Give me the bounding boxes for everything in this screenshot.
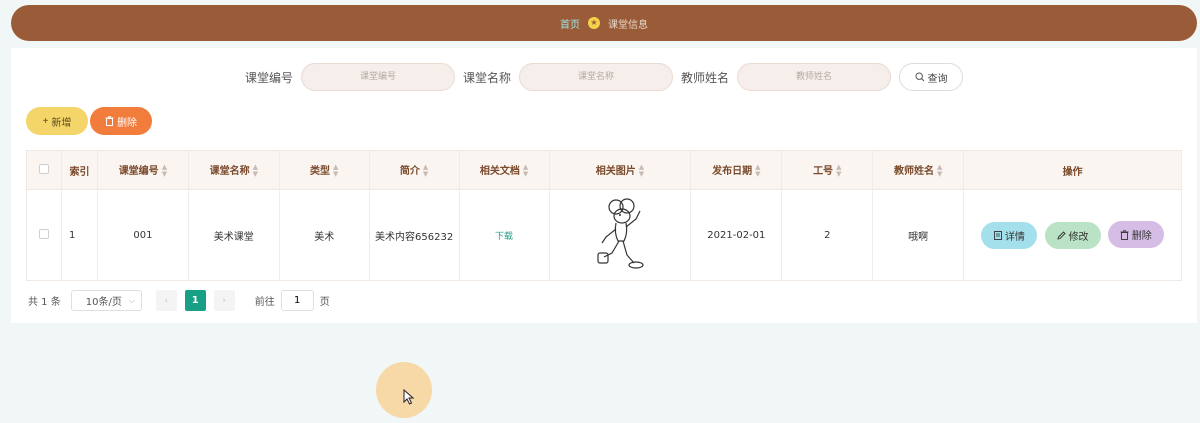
column-label: 简介 (399, 166, 420, 177)
detail-button-label: 详情 (1004, 231, 1025, 243)
page-size-select[interactable]: 10条/页 ⌵ (70, 290, 142, 311)
cell-code: 001 (97, 189, 189, 281)
chevron-down-icon: ⌵ (128, 295, 135, 305)
cell-date: 2021-02-01 (690, 189, 783, 281)
column-label: 索引 (69, 166, 90, 178)
breadcrumb-home[interactable]: 首页 (560, 16, 580, 31)
prev-page-button[interactable]: ‹ (155, 290, 177, 311)
goto-prefix: 前往 (254, 297, 275, 308)
search-input-code[interactable] (300, 63, 455, 91)
column-label: 相关文档 (479, 166, 520, 177)
pencil-icon (1056, 231, 1066, 240)
table-header-row: 索引 课堂编号 ▲ ▼ 课堂名称 ▲ ▼ 类型 ▲ ▼ 简介 ▲ ▼ 相关文档 ▲ ▼ 相关图片 ▲ ▼… (26, 150, 1182, 190)
column-header-actions: 操作 (963, 150, 1182, 190)
cell-actions: 详情 修改 删除 (963, 189, 1182, 281)
column-header-doc[interactable]: 相关文档 ▲ ▼ (459, 150, 550, 190)
query-button-label: 查询 (927, 73, 948, 85)
main-content: 课堂编号 课堂名称 教师姓名 查询 + 新增 删除 索引 课堂编号▲▼ 课堂名称… (11, 48, 1197, 323)
batch-delete-button[interactable]: 删除 (90, 107, 152, 135)
sort-icon[interactable]: ▲ ▼ (937, 164, 942, 178)
sort-icon[interactable]: ▲ ▼ (639, 164, 644, 178)
sort-icon[interactable]: ▲ ▼ (755, 164, 760, 178)
cell-doc: 下载 (459, 189, 550, 281)
header-checkbox-cell (26, 150, 62, 190)
pagination: 共 1 条 10条/页 ⌵ ‹ 1 › 前往 页 (28, 290, 330, 311)
column-label: 工号 (813, 166, 834, 177)
mouse-cursor-icon (403, 389, 415, 405)
cell-type: 美术 (279, 189, 370, 281)
query-button[interactable]: 查询 (899, 63, 964, 91)
data-table: 索引 课堂编号 ▲ ▼ 课堂名称 ▲ ▼ 类型 ▲ ▼ 简介 ▲ ▼ 相关文档 ▲ ▼ 相关图片 ▲ ▼… (26, 150, 1182, 281)
column-header-staff-no[interactable]: 工号 ▲ ▼ (781, 150, 874, 190)
search-label-teacher: 教师姓名 (681, 70, 730, 85)
star-icon: ★ (588, 17, 600, 29)
column-header-name[interactable]: 课堂名称 ▲ ▼ (188, 150, 280, 190)
table-row: 1 001 美术课堂 美术 美术内容656232 下载 2021-02-01 2… (26, 189, 1182, 281)
column-label: 操作 (1062, 166, 1083, 178)
column-header-index: 索引 (61, 150, 98, 190)
pagination-total: 共 1 条 (28, 297, 61, 308)
cell-teacher: 哦啊 (872, 189, 965, 281)
search-label-code: 课堂编号 (244, 70, 293, 85)
breadcrumb-current: 课堂信息 (608, 19, 648, 31)
column-label: 教师姓名 (893, 166, 934, 177)
search-input-name[interactable] (519, 63, 673, 91)
trash-icon (1120, 230, 1129, 240)
next-page-button[interactable]: › (213, 290, 235, 311)
delete-button-label: 删除 (1131, 231, 1152, 243)
edit-button[interactable]: 修改 (1044, 221, 1101, 249)
goto-suffix: 页 (319, 297, 330, 308)
plus-icon: + (42, 115, 49, 127)
search-input-teacher[interactable] (737, 63, 892, 91)
search-form: 课堂编号 课堂名称 教师姓名 查询 (11, 63, 1197, 91)
cell-intro: 美术内容656232 (369, 189, 460, 281)
row-checkbox-cell (26, 189, 62, 281)
goto-page: 前往 页 (255, 290, 330, 311)
sort-icon[interactable]: ▲ ▼ (523, 164, 528, 178)
delete-button[interactable]: 删除 (1107, 221, 1164, 249)
page-number-current[interactable]: 1 (184, 290, 206, 311)
add-button[interactable]: + 新增 (26, 107, 88, 135)
search-label-name: 课堂名称 (462, 70, 511, 85)
cell-index: 1 (61, 189, 98, 281)
column-label: 类型 (310, 166, 330, 177)
edit-button-label: 修改 (1068, 231, 1089, 243)
column-header-intro[interactable]: 简介 ▲ ▼ (369, 150, 460, 190)
detail-button[interactable]: 详情 (981, 221, 1038, 249)
column-header-image: 相关图片 ▲ ▼ (549, 150, 692, 190)
column-header-code[interactable]: 课堂编号 ▲ ▼ (97, 150, 189, 190)
sort-icon[interactable]: ▲ ▼ (253, 164, 258, 178)
search-icon (915, 72, 924, 82)
sort-icon[interactable]: ▲ ▼ (162, 164, 167, 178)
cartoon-mouse-image[interactable] (594, 197, 646, 271)
row-checkbox[interactable] (38, 228, 49, 239)
column-label: 课堂编号 (118, 166, 159, 177)
column-label: 课堂名称 (209, 166, 250, 177)
column-header-teacher[interactable]: 教师姓名 ▲ ▼ (872, 150, 965, 190)
sort-icon[interactable]: ▲ ▼ (333, 164, 338, 178)
document-icon (993, 230, 1002, 240)
column-label: 发布日期 (712, 166, 753, 177)
trash-icon (105, 116, 114, 126)
sort-icon[interactable]: ▲ ▼ (836, 164, 841, 178)
sort-icon[interactable]: ▲ ▼ (423, 164, 428, 178)
select-all-checkbox[interactable] (38, 163, 49, 174)
add-button-label: 新增 (51, 117, 72, 129)
download-link[interactable]: 下载 (495, 232, 513, 242)
column-label: 相关图片 (595, 166, 636, 177)
breadcrumb: 首页 ★ 课堂信息 (11, 5, 1197, 41)
batch-delete-label: 删除 (117, 117, 137, 129)
cell-name: 美术课堂 (188, 189, 280, 281)
page-size-value: 10条/页 (85, 297, 122, 308)
column-header-date[interactable]: 发布日期 ▲ ▼ (690, 150, 783, 190)
cell-staff-no: 2 (781, 189, 874, 281)
cell-image (549, 189, 692, 281)
column-header-type[interactable]: 类型 ▲ ▼ (279, 150, 370, 190)
goto-page-input[interactable] (280, 290, 314, 311)
